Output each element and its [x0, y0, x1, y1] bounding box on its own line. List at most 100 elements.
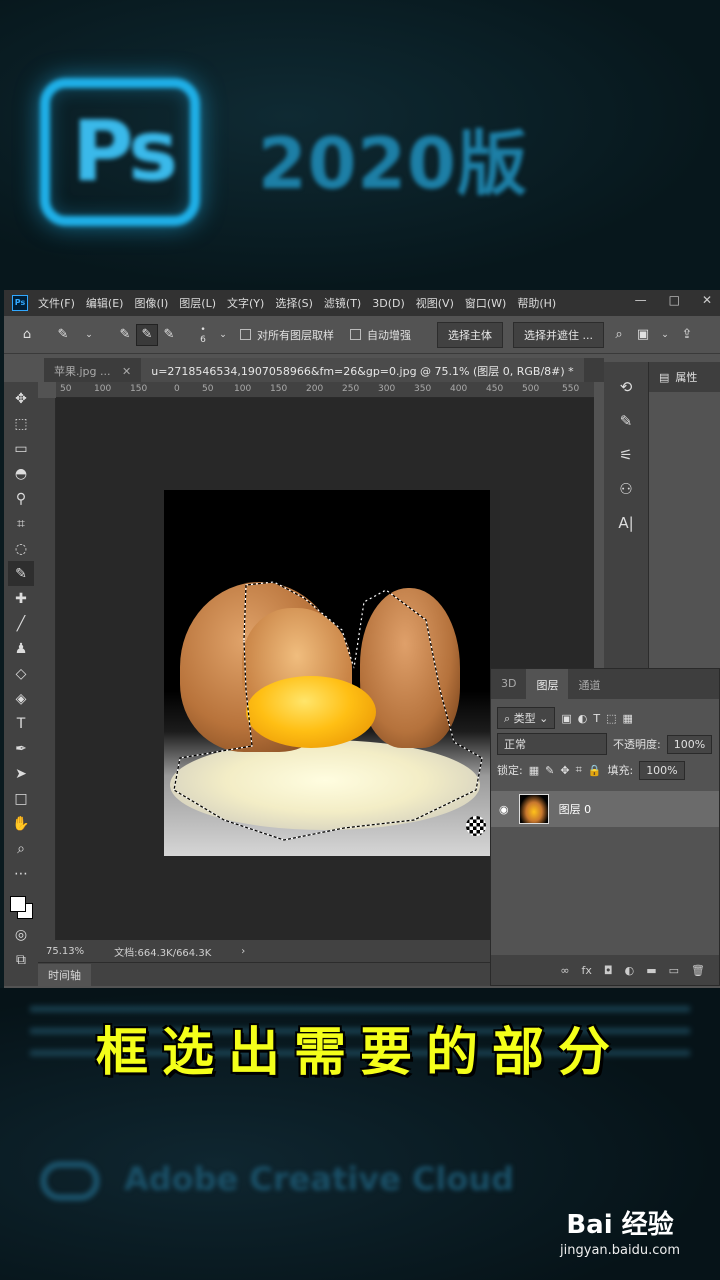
close-icon[interactable]: ✕	[122, 365, 131, 378]
menu-view[interactable]: 视图(V)	[416, 295, 454, 311]
properties-header[interactable]: ▤ 属性	[649, 362, 720, 392]
adjustment-layer-icon[interactable]: ◐	[625, 964, 635, 977]
menu-3d[interactable]: 3D(D)	[372, 297, 405, 310]
eyedropper-tool-icon[interactable]: ⚲	[8, 486, 34, 511]
filter-smart-object-icon[interactable]: ▦	[623, 712, 633, 725]
hand-tool-icon[interactable]: ✋	[8, 811, 34, 836]
menu-filter[interactable]: 滤镜(T)	[324, 295, 361, 311]
select-subject-button[interactable]: 选择主体	[437, 321, 503, 348]
ps-app-icon[interactable]: Ps	[12, 295, 28, 311]
menu-image[interactable]: 图像(I)	[134, 295, 168, 311]
workspace-icon[interactable]: ▣	[632, 324, 654, 346]
clone-source-icon[interactable]: ⚇	[611, 474, 641, 504]
menu-file[interactable]: 文件(F)	[38, 295, 75, 311]
add-to-selection-icon[interactable]: ✎	[136, 323, 158, 346]
brush-tool-icon[interactable]: ╱	[8, 611, 34, 636]
tab-channels[interactable]: 通道	[568, 669, 610, 699]
opacity-field[interactable]: 100%	[666, 734, 713, 754]
character-icon[interactable]: A|	[611, 508, 641, 538]
filter-pixel-icon[interactable]: ▣	[561, 712, 571, 725]
lock-pixels-icon[interactable]: ✎	[545, 764, 554, 777]
blend-mode-dropdown[interactable]: 正常	[497, 733, 607, 755]
more-tools-icon[interactable]: ⋯	[8, 861, 34, 886]
share-icon[interactable]: ⇪	[676, 324, 698, 346]
brush-dropdown-icon[interactable]: ⌄	[212, 324, 234, 346]
paint-bucket-icon[interactable]: ◈	[8, 686, 34, 711]
fill-field[interactable]: 100%	[639, 760, 685, 780]
new-group-icon[interactable]: ▬	[646, 964, 656, 977]
filter-type-icon[interactable]: T	[593, 712, 600, 725]
tab-egg-jpg[interactable]: u=2718546534,1907058966&fm=26&gp=0.jpg @…	[141, 358, 584, 382]
type-tool-icon[interactable]: T	[8, 711, 34, 736]
pen-tool-icon[interactable]: ✒	[8, 736, 34, 761]
color-swatches[interactable]	[8, 892, 34, 922]
select-and-mask-button[interactable]: 选择并遮住 ...	[513, 321, 604, 348]
layer-row[interactable]: ◉ 图层 0	[491, 791, 719, 827]
zoom-tool-icon[interactable]: ⌕	[8, 836, 34, 861]
egg-photo[interactable]	[164, 490, 490, 856]
close-window-button[interactable]: ✕	[702, 293, 712, 307]
clone-stamp-icon[interactable]: ♟	[8, 636, 34, 661]
sample-all-layers-checkbox[interactable]	[240, 329, 251, 340]
new-selection-icon[interactable]: ✎	[114, 324, 136, 346]
foreground-color[interactable]	[10, 896, 26, 912]
layer-thumbnail	[518, 794, 549, 824]
lock-position-icon[interactable]: ✥	[560, 764, 569, 777]
artboard-tool-icon[interactable]: ▭	[8, 436, 34, 461]
quick-select-preset-icon[interactable]: ✎	[52, 324, 74, 346]
chevron-down-icon[interactable]: ⌄	[78, 324, 100, 346]
visibility-eye-icon[interactable]: ◉	[499, 803, 509, 816]
lock-artboard-icon[interactable]: ⌗	[576, 763, 582, 777]
screen-mode-icon[interactable]: ⧉	[8, 947, 34, 972]
link-layers-icon[interactable]: ∞	[560, 964, 569, 977]
crop-tool-icon[interactable]: ⌗	[8, 511, 34, 536]
marquee-tool-icon[interactable]: ⬚	[8, 411, 34, 436]
lock-transparent-icon[interactable]: ▦	[529, 764, 539, 777]
menu-help[interactable]: 帮助(H)	[517, 295, 556, 311]
menu-select[interactable]: 选择(S)	[275, 295, 313, 311]
lock-all-icon[interactable]: 🔒	[588, 764, 602, 777]
history-icon[interactable]: ⟲	[611, 372, 641, 402]
filter-adjustment-icon[interactable]: ◐	[578, 712, 588, 725]
path-selection-icon[interactable]: ➤	[8, 761, 34, 786]
home-icon[interactable]: ⌂	[16, 324, 38, 346]
polygonal-lasso-icon[interactable]: ◌	[8, 536, 34, 561]
maximize-button[interactable]: □	[669, 293, 680, 307]
timeline-tab[interactable]: 时间轴	[38, 963, 91, 986]
baidu-jingyan-logo: Bai 经验	[566, 1210, 674, 1240]
layer-style-icon[interactable]: fx	[582, 964, 592, 977]
adjustments-icon[interactable]: ⚟	[611, 440, 641, 470]
new-layer-icon[interactable]: ▭	[669, 964, 679, 977]
auto-enhance-checkbox[interactable]	[350, 329, 361, 340]
search-icon[interactable]: ⌕	[608, 324, 630, 346]
ruler-tick: 150	[270, 384, 288, 394]
quick-mask-icon[interactable]: ◎	[8, 922, 34, 947]
tab-layers[interactable]: 图层	[526, 669, 569, 699]
healing-brush-icon[interactable]: ✚	[8, 586, 34, 611]
menu-window[interactable]: 窗口(W)	[465, 295, 506, 311]
kind-filter-dropdown[interactable]: ⌕ 类型 ⌄	[497, 707, 556, 729]
delete-layer-icon[interactable]: 🗑	[691, 964, 705, 977]
minimize-button[interactable]: —	[635, 293, 647, 307]
tab-apple-jpg[interactable]: 苹果.jpg ... ✕	[44, 358, 141, 382]
move-tool-icon[interactable]: ✥	[8, 386, 34, 411]
status-arrow-icon[interactable]: ›	[241, 946, 245, 957]
menu-type[interactable]: 文字(Y)	[227, 295, 264, 311]
add-mask-icon[interactable]: ◘	[604, 964, 613, 977]
ruler-tick: 50	[202, 384, 214, 394]
baidu-watermark: Bai 经验 jingyan.baidu.com	[560, 1204, 680, 1258]
tab-3d[interactable]: 3D	[491, 669, 526, 699]
brush-settings-icon[interactable]: ✎	[611, 406, 641, 436]
menu-layer[interactable]: 图层(L)	[179, 295, 216, 311]
quick-selection-tool-icon[interactable]: ✎	[8, 561, 34, 586]
rectangle-tool-icon[interactable]: □	[8, 786, 34, 811]
brush-size-picker[interactable]: • 6	[194, 325, 212, 345]
eraser-tool-icon[interactable]: ◇	[8, 661, 34, 686]
layers-panel: 3D 图层 通道 ⌕ 类型 ⌄ ▣ ◐ T ⬚ ▦ 正常 不透明度: 100% …	[490, 668, 720, 986]
menu-edit[interactable]: 编辑(E)	[86, 295, 124, 311]
filter-shape-icon[interactable]: ⬚	[606, 712, 616, 725]
workspace-dropdown-icon[interactable]: ⌄	[654, 324, 676, 346]
lasso-tool-icon[interactable]: ◓	[8, 461, 34, 486]
subtract-selection-icon[interactable]: ✎	[158, 324, 180, 346]
zoom-level[interactable]: 75.13%	[46, 946, 84, 957]
